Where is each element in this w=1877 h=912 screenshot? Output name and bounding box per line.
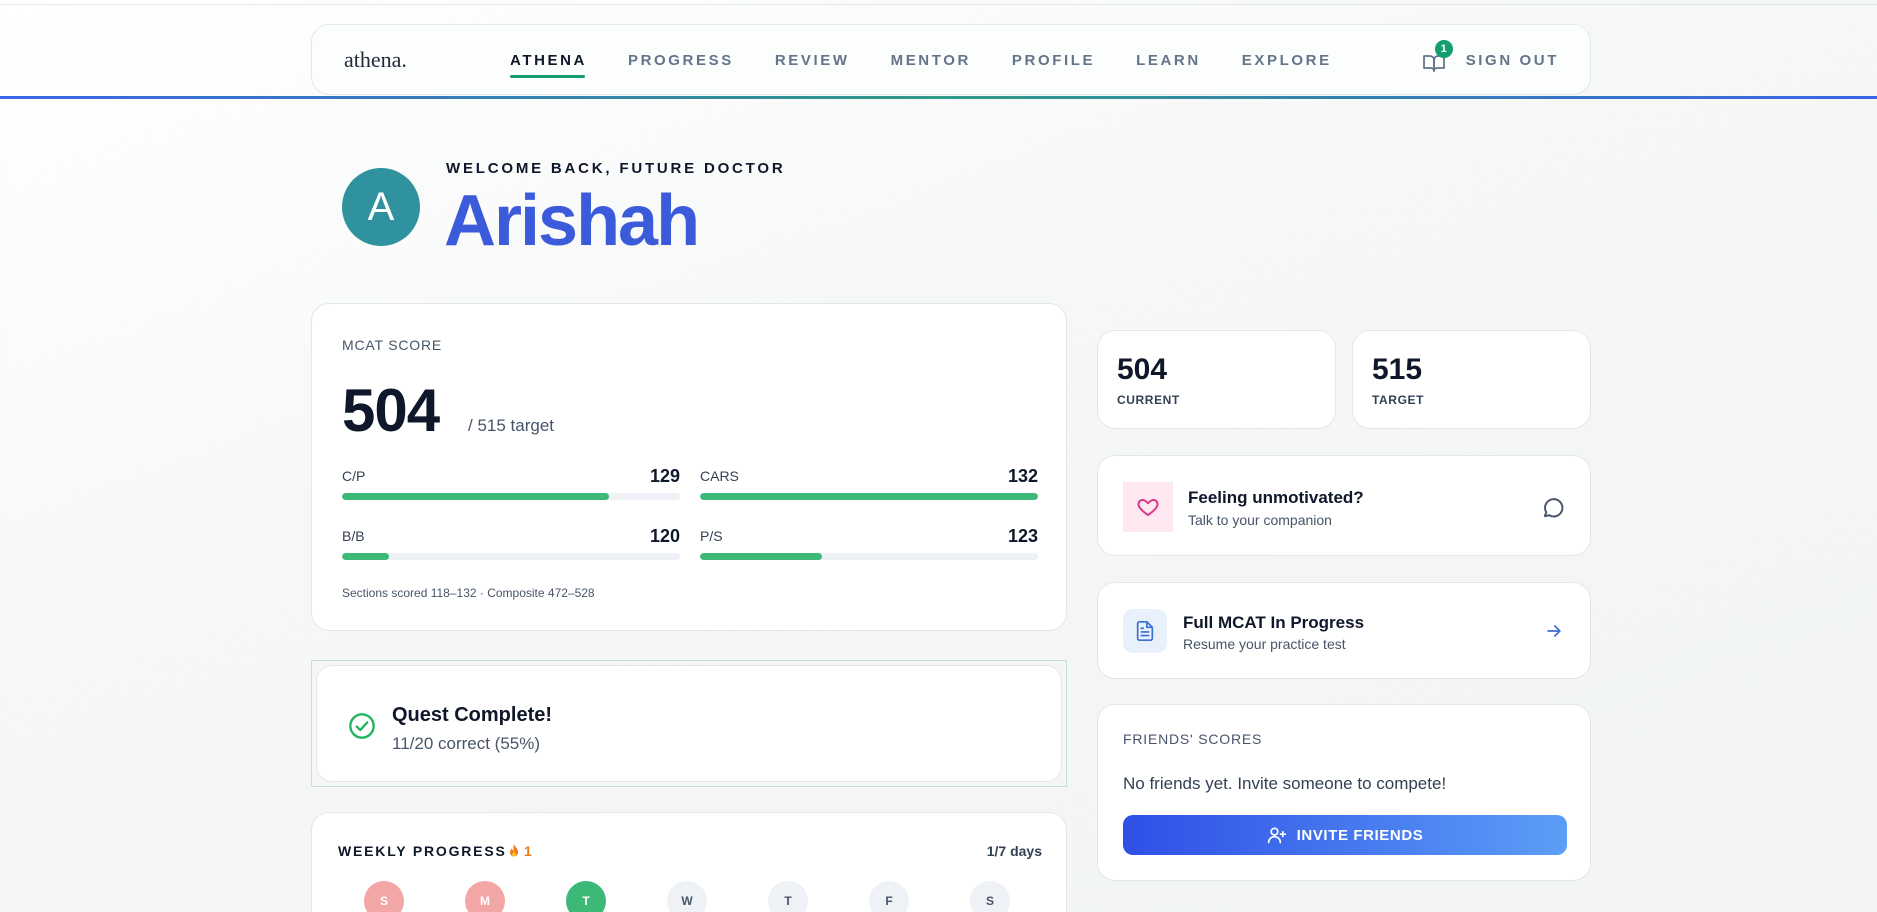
invite-friends-label: INVITE FRIENDS [1296, 826, 1424, 844]
day-circle[interactable]: T [768, 881, 808, 912]
athena-logo[interactable]: athena. [344, 47, 407, 73]
nav-link-profile[interactable]: PROFILE [1012, 25, 1095, 96]
section-score: 129 [649, 466, 680, 486]
current-score-label: CURRENT [1117, 393, 1180, 407]
section-name: C/P [342, 468, 366, 484]
section-progress-fill [342, 493, 610, 500]
section-name: B/B [342, 528, 365, 544]
heart-icon [1137, 499, 1159, 516]
nav-right: 1 SIGN OUT [1422, 25, 1559, 96]
mcat-score-card: MCAT SCORE 504 / 515 target C/P 129 CARS… [311, 303, 1067, 631]
nav-links: ATHENA PROGRESS REVIEW MENTOR PROFILE LE… [510, 25, 1373, 96]
section-progress-track [700, 493, 1038, 500]
full-mcat-card[interactable]: Full MCAT In Progress Resume your practi… [1097, 582, 1591, 679]
avatar[interactable]: A [342, 168, 420, 246]
day-circle[interactable]: W [667, 881, 707, 912]
day-circle[interactable]: S [364, 881, 404, 912]
quest-title: Quest Complete! [392, 704, 553, 726]
top-edge-line [0, 4, 1877, 5]
add-user-icon [1267, 827, 1286, 844]
target-score-label: TARGET [1372, 393, 1425, 407]
section-progress-fill [700, 493, 1038, 500]
day-circle[interactable]: F [869, 881, 909, 912]
heart-icon-box [1123, 482, 1173, 532]
check-circle-icon [349, 713, 375, 739]
streak-counter: 1 [508, 843, 532, 859]
target-score-stat: 515 TARGET [1352, 330, 1591, 429]
friends-scores-title: FRIENDS' SCORES [1123, 731, 1263, 747]
mcat-score-title: MCAT SCORE [342, 337, 443, 353]
weekly-progress-title: WEEKLY PROGRESS [338, 843, 507, 859]
section-progress-track [342, 553, 680, 560]
nav-link-review[interactable]: REVIEW [775, 25, 850, 96]
section-score: 132 [1007, 466, 1038, 486]
streak-count: 1 [524, 843, 532, 859]
notifications-button[interactable]: 1 [1422, 39, 1453, 74]
document-icon-box [1123, 609, 1167, 653]
sign-out-link[interactable]: SIGN OUT [1466, 52, 1559, 69]
top-navbar: athena. ATHENA PROGRESS REVIEW MENTOR PR… [311, 24, 1591, 95]
section-progress-track [342, 493, 680, 500]
section-score: 123 [1007, 526, 1038, 546]
weekly-days-count: 1/7 days [986, 843, 1042, 859]
user-name: Arishah [444, 181, 700, 261]
full-mcat-title: Full MCAT In Progress [1183, 613, 1365, 632]
current-score-stat: 504 CURRENT [1097, 330, 1336, 429]
score-range-footnote: Sections scored 118–132 · Composite 472–… [342, 586, 595, 600]
friends-empty-text: No friends yet. Invite someone to compet… [1123, 774, 1447, 793]
mcat-target-text: / 515 target [468, 416, 555, 435]
nav-link-athena[interactable]: ATHENA [510, 25, 587, 96]
quest-subtitle: 11/20 correct (55%) [392, 734, 541, 753]
nav-link-mentor[interactable]: MENTOR [891, 25, 971, 96]
section-progress-track [700, 553, 1038, 560]
day-circle[interactable]: T [566, 881, 606, 912]
current-score-value: 504 [1117, 353, 1168, 386]
day-circle[interactable]: S [970, 881, 1010, 912]
nav-link-learn[interactable]: LEARN [1136, 25, 1201, 96]
welcome-eyebrow: WELCOME BACK, FUTURE DOCTOR [446, 160, 786, 177]
document-icon [1136, 621, 1154, 641]
chat-bubble-icon[interactable] [1540, 495, 1566, 521]
nav-accent-rule [0, 96, 1877, 99]
target-score-value: 515 [1372, 353, 1423, 386]
weekly-progress-card: WEEKLY PROGRESS 1 1/7 days S M T W T F S [311, 812, 1067, 912]
arrow-right-icon[interactable] [1544, 621, 1564, 641]
friends-scores-card: FRIENDS' SCORES No friends yet. Invite s… [1097, 704, 1591, 881]
section-progress-fill [700, 553, 822, 560]
day-circle[interactable]: M [465, 881, 505, 912]
notification-badge: 1 [1434, 39, 1453, 58]
companion-subtitle: Talk to your companion [1188, 512, 1332, 528]
full-mcat-subtitle: Resume your practice test [1183, 636, 1346, 652]
section-name: CARS [700, 468, 739, 484]
mcat-score-value: 504 [342, 377, 440, 444]
companion-title: Feeling unmotivated? [1188, 488, 1364, 507]
nav-link-progress[interactable]: PROGRESS [628, 25, 734, 96]
section-name: P/S [700, 528, 723, 544]
quest-complete-card[interactable]: Quest Complete! 11/20 correct (55%) [316, 665, 1062, 782]
section-progress-fill [342, 553, 390, 560]
quest-highlight-frame: Quest Complete! 11/20 correct (55%) [311, 660, 1067, 787]
invite-friends-button[interactable]: INVITE FRIENDS [1123, 815, 1567, 855]
flame-icon [510, 844, 518, 857]
companion-card[interactable]: Feeling unmotivated? Talk to your compan… [1097, 455, 1591, 556]
nav-link-explore[interactable]: EXPLORE [1242, 25, 1332, 96]
section-score: 120 [649, 526, 680, 546]
